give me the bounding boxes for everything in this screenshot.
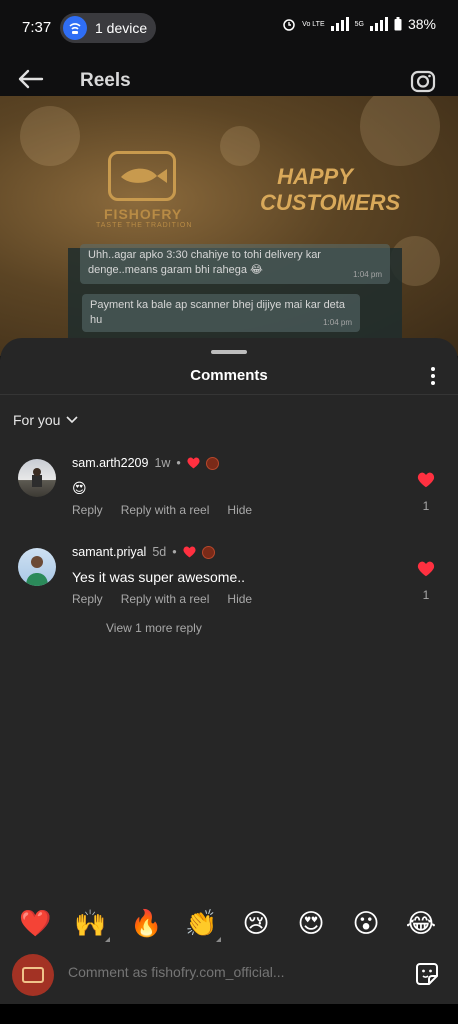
battery-icon [394,17,402,31]
reel-video-preview[interactable]: FISHOFRY TASTE THE TRADITION HAPPY CUSTO… [0,96,458,356]
reaction-crying[interactable]: 😢 [240,908,272,940]
view-more-replies-button[interactable]: View 1 more reply [106,621,202,635]
brand-name: FISHOFRY [104,206,183,222]
alarm-icon [283,19,295,31]
chevron-down-icon [66,416,79,424]
comment-composer [0,946,458,1004]
reaction-glyph: 👏 [185,909,218,939]
back-arrow-icon[interactable] [16,68,44,90]
chat-message-time: 1:04 pm [323,318,352,327]
comment-time: 5d [152,545,167,559]
device-label: 1 device [95,20,148,36]
chat-message: Payment ka bale ap scanner bhej dijiye m… [82,294,360,332]
reaction-surprised[interactable]: 😮 [350,908,382,940]
quick-reactions-row: ❤️ 🙌 🔥 👏 😢 😍 😮 😂 [0,908,458,948]
creator-liked-heart-icon [183,546,196,558]
comment-username[interactable]: sam.arth2209 [72,456,148,470]
like-count: 1 [422,499,430,513]
comment-text: Yes it was super awesome.. [72,569,246,585]
signal-icon-2 [369,17,388,31]
comment-actions: Reply Reply with a reel Hide [72,503,252,517]
more-options-icon[interactable] [430,366,436,386]
connected-device-pill[interactable]: 1 device [60,13,156,43]
comment-header: samant.priyal 5d • [72,545,215,559]
comment-time: 1w [154,456,171,470]
battery-percent: 38% [407,16,436,32]
divider [0,394,458,395]
bokeh-light [220,126,260,166]
comment-filter-dropdown[interactable]: For you [13,412,79,428]
drag-handle[interactable] [211,350,247,354]
bokeh-light [20,106,80,166]
reaction-heart-eyes[interactable]: 😍 [295,908,327,940]
like-column: 1 [416,561,436,602]
avatar[interactable] [18,459,56,497]
reply-button[interactable]: Reply [72,592,103,606]
chat-message: Uhh..agar apko 3:30 chahiye to tohi deli… [80,244,390,284]
headline-line-1: HAPPY [277,164,353,189]
chat-message-text: Uhh..agar apko 3:30 chahiye to tohi deli… [88,249,321,276]
like-heart-icon[interactable] [417,472,435,488]
avatar[interactable] [18,548,56,586]
creator-liked-heart-icon [187,457,200,469]
headline: HAPPY CUSTOMERS [260,164,401,216]
chat-message-text: Payment ka bale ap scanner bhej dijiye m… [90,299,345,326]
like-column: 1 [416,472,436,513]
brand-logo [108,151,176,201]
reaction-laughing[interactable]: 😂 [405,908,437,940]
hide-button[interactable]: Hide [227,503,252,517]
reply-with-reel-button[interactable]: Reply with a reel [121,592,210,606]
signal-icon [330,17,349,31]
reels-header: Reels [0,56,458,96]
comments-sheet: Comments For you sam.arth2209 1w • 😍 Rep… [0,338,458,1024]
status-time: 7:37 [22,19,52,36]
volte-label: Vo LTE [302,20,325,28]
hide-button[interactable]: Hide [227,592,252,606]
device-icon [63,16,87,40]
like-count: 1 [422,588,430,602]
page-title: Reels [80,70,131,91]
sticker-icon[interactable] [414,961,440,987]
brand-tagline: TASTE THE TRADITION [96,222,193,229]
system-nav-bar [0,1004,458,1024]
fiveg-label: 5G [354,20,364,28]
comment-username[interactable]: samant.priyal [72,545,146,559]
reaction-clap[interactable]: 👏 [185,908,221,942]
reaction-fire[interactable]: 🔥 [130,908,162,940]
creator-avatar-badge [205,456,219,470]
separator-dot: • [172,545,177,559]
comment-item: sam.arth2209 1w • 😍 Reply Reply with a r… [0,456,458,526]
status-bar: 7:37 1 device Vo LTE 5G 38% [0,0,458,56]
sheet-title: Comments [190,367,268,384]
reply-button[interactable]: Reply [72,503,103,517]
reply-with-reel-button[interactable]: Reply with a reel [121,503,210,517]
reaction-raised-hands[interactable]: 🙌 [74,908,110,942]
bokeh-light [360,96,440,166]
reaction-glyph: 🙌 [74,909,107,939]
comment-input[interactable] [68,964,388,980]
filter-label: For you [13,412,61,428]
comment-text: 😍 [72,480,87,496]
like-heart-icon[interactable] [417,561,435,577]
own-avatar [12,954,54,996]
separator-dot: • [176,456,181,470]
chat-message-time: 1:04 pm [353,270,382,279]
comment-actions: Reply Reply with a reel Hide [72,592,252,606]
camera-icon[interactable] [410,68,436,94]
creator-avatar-badge [201,545,215,559]
comment-item: samant.priyal 5d • Yes it was super awes… [0,545,458,645]
reaction-heart[interactable]: ❤️ [19,908,51,940]
status-icons: Vo LTE 5G 38% [282,16,436,32]
headline-line-2: CUSTOMERS [260,190,401,215]
comment-header: sam.arth2209 1w • [72,456,219,470]
brand-logo-mini [22,967,44,983]
